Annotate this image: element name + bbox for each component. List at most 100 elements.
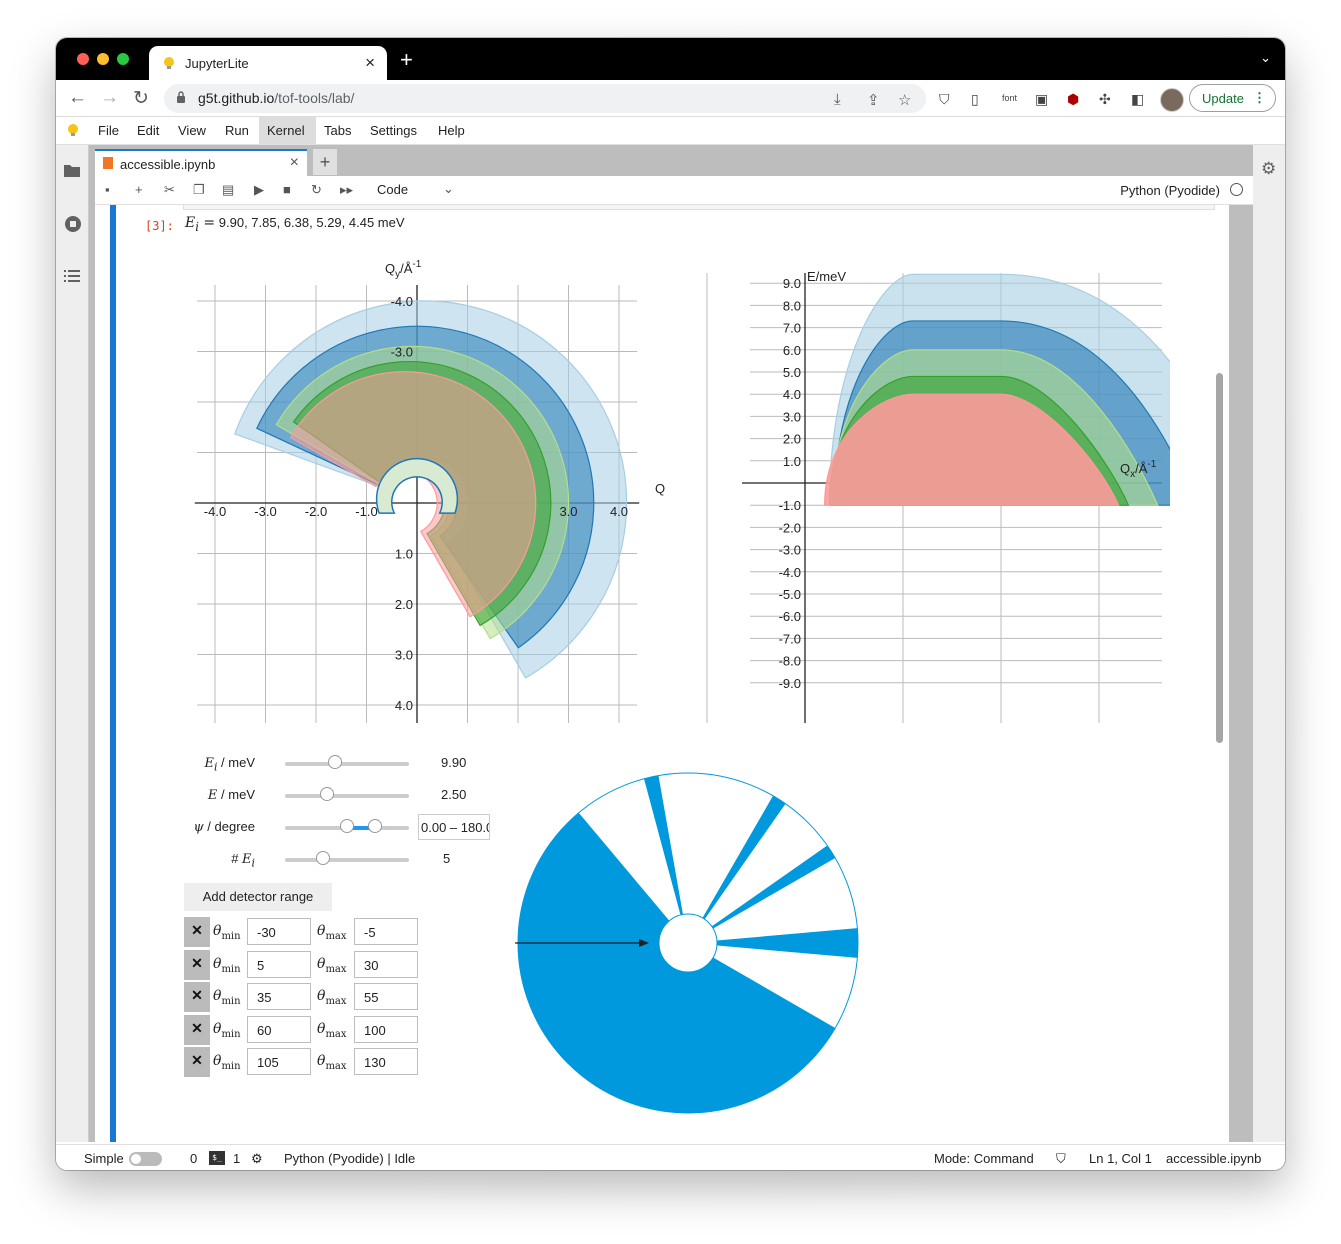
paste-icon[interactable]: ▤ xyxy=(222,182,234,198)
theta-min-input[interactable]: 60 xyxy=(247,1015,311,1043)
copy-icon[interactable]: ❐ xyxy=(193,182,205,198)
bookmark-star-icon[interactable]: ☆ xyxy=(898,91,911,109)
minimize-window-button[interactable] xyxy=(97,53,109,65)
back-arrow-icon[interactable]: ← xyxy=(68,87,87,109)
menu-run[interactable]: Run xyxy=(225,123,249,138)
property-inspector-gears-icon[interactable]: ⚙ xyxy=(1261,159,1276,179)
psi-min-handle[interactable] xyxy=(340,819,354,833)
extension-css-icon[interactable]: ▣ xyxy=(1035,91,1048,108)
extension-document-icon[interactable]: ▯ xyxy=(971,91,979,108)
forward-arrow-icon[interactable]: → xyxy=(100,87,119,109)
shield-icon[interactable]: ⛉ xyxy=(1056,1151,1066,1167)
side-panel-icon[interactable]: ◧ xyxy=(1131,91,1144,108)
previous-cell-input[interactable] xyxy=(183,205,1215,210)
new-launcher-tab-icon[interactable]: + xyxy=(313,149,337,175)
reload-icon[interactable]: ↻ xyxy=(133,87,149,110)
restart-icon[interactable]: ↻ xyxy=(311,182,322,198)
y-tick-label: 2.0 xyxy=(783,432,801,447)
remove-detector-button[interactable]: ✕ xyxy=(184,917,210,947)
y-tick-label: -7.0 xyxy=(779,631,801,646)
menu-view[interactable]: View xyxy=(178,123,206,138)
cursor-position[interactable]: Ln 1, Col 1 xyxy=(1089,1151,1152,1166)
run-icon[interactable]: ▶ xyxy=(254,182,264,198)
notebook-tab-label: accessible.ipynb xyxy=(120,157,216,172)
ei-slider-handle[interactable] xyxy=(327,755,342,769)
add-detector-range-button[interactable]: Add detector range xyxy=(184,883,332,911)
chip-icon[interactable]: ⚙ xyxy=(251,1151,263,1167)
e-slider-row: E / meV 2.50 xyxy=(175,785,475,805)
e-slider-track[interactable] xyxy=(285,794,409,798)
notebook-panel[interactable]: [3]: Ei = 9.90, 7.85, 6.38, 5.29, 4.45 m… xyxy=(95,205,1229,1142)
remove-detector-button[interactable]: ✕ xyxy=(184,982,210,1012)
ei-slider-label: Ei / meV xyxy=(204,755,255,774)
nei-slider-value: 5 xyxy=(443,851,451,866)
simple-mode-toggle[interactable] xyxy=(129,1152,162,1166)
q-space-plot[interactable]: -4.0 -3.0 -2.0 -1.0 3.0 4.0 -4.0 -3.0 1.0 2.0 3.0 4… xyxy=(165,245,665,725)
table-of-contents-icon[interactable] xyxy=(64,269,80,283)
e-slider-handle[interactable] xyxy=(320,787,335,801)
extension-font-icon[interactable]: font xyxy=(1002,93,1017,103)
close-tab-icon[interactable]: × xyxy=(365,53,375,73)
theta-max-input[interactable]: 130 xyxy=(354,1048,418,1075)
install-app-icon[interactable]: ⤓ xyxy=(834,91,841,108)
remove-detector-button[interactable]: ✕ xyxy=(184,1047,210,1077)
ublock-icon[interactable]: ⬢ xyxy=(1067,91,1079,108)
menu-help[interactable]: Help xyxy=(438,123,465,138)
y-tick-label: -9.0 xyxy=(779,676,801,691)
new-tab-icon[interactable]: + xyxy=(400,47,413,73)
menu-file[interactable]: File xyxy=(98,123,119,138)
fast-forward-icon[interactable]: ▸▸ xyxy=(340,182,353,198)
browser-tab-jupyterlite[interactable]: JupyterLite × xyxy=(149,46,387,80)
theta-min-input[interactable]: 5 xyxy=(247,950,311,978)
y-tick-label: 3.0 xyxy=(783,409,801,424)
psi-range-input[interactable]: 0.00 – 180.0 xyxy=(418,814,490,840)
running-kernels-icon[interactable] xyxy=(64,215,82,233)
theta-max-label: θmax xyxy=(317,1053,347,1072)
notebook-scrollbar[interactable] xyxy=(1216,373,1223,743)
kernel-name[interactable]: Python (Pyodide) xyxy=(1120,183,1220,198)
address-bar[interactable]: g5t.github.io/tof-tools/lab/ ⤓ ⇪ ☆ xyxy=(164,84,926,113)
terminal-icon[interactable]: $_ xyxy=(209,1151,225,1165)
cell-type-select[interactable]: Code ⌄ xyxy=(377,181,454,197)
folder-icon[interactable] xyxy=(64,163,80,177)
theta-max-input[interactable]: 100 xyxy=(354,1015,418,1043)
menu-edit[interactable]: Edit xyxy=(137,123,159,138)
profile-avatar[interactable] xyxy=(1160,88,1184,112)
theta-max-label: θmax xyxy=(317,923,347,942)
theta-min-input[interactable]: 35 xyxy=(247,983,311,1010)
theta-min-input[interactable]: 105 xyxy=(247,1048,311,1075)
ei-slider-track[interactable] xyxy=(285,762,409,766)
notebook-tab[interactable]: accessible.ipynb × xyxy=(95,149,307,176)
psi-slider-row: ψ / degree 0.00 – 180.0 xyxy=(175,814,490,840)
wheel-center xyxy=(658,913,718,973)
menu-tabs[interactable]: Tabs xyxy=(324,123,351,138)
y-tick-label: -3.0 xyxy=(391,345,413,360)
energy-plot[interactable]: 9.0 8.0 7.0 6.0 5.0 4.0 3.0 2.0 1.0 -1.0 -2.0 -3.0 -… xyxy=(650,245,1170,725)
psi-max-handle[interactable] xyxy=(367,819,382,833)
chevron-down-icon[interactable]: ⌄ xyxy=(1260,50,1271,66)
theta-max-input[interactable]: 30 xyxy=(354,950,418,978)
close-notebook-tab-icon[interactable]: × xyxy=(290,154,299,172)
nei-slider-track[interactable] xyxy=(285,858,409,862)
close-window-button[interactable] xyxy=(77,53,89,65)
zoom-window-button[interactable] xyxy=(117,53,129,65)
stop-icon[interactable]: ■ xyxy=(283,182,291,197)
kernel-status-text[interactable]: Python (Pyodide) | Idle xyxy=(284,1151,415,1166)
save-icon[interactable]: ▪ xyxy=(105,182,110,197)
y-tick-label: -6.0 xyxy=(779,609,801,624)
remove-detector-button[interactable]: ✕ xyxy=(184,949,210,980)
theta-max-input[interactable]: 55 xyxy=(354,983,418,1010)
detector-coverage-wheel[interactable] xyxy=(515,770,861,1116)
menu-settings[interactable]: Settings xyxy=(370,123,417,138)
menu-kernel[interactable]: Kernel xyxy=(267,123,305,138)
extension-shield-icon[interactable]: ⛉ xyxy=(939,91,950,108)
insert-cell-icon[interactable]: + xyxy=(135,182,143,197)
nei-slider-handle[interactable] xyxy=(315,851,330,865)
update-button[interactable]: Update ⋮ xyxy=(1189,84,1276,112)
remove-detector-button[interactable]: ✕ xyxy=(184,1014,210,1045)
theta-max-input[interactable]: -5 xyxy=(354,918,418,945)
theta-min-input[interactable]: -30 xyxy=(247,918,311,945)
extensions-puzzle-icon[interactable]: ✣ xyxy=(1099,91,1111,108)
share-icon[interactable]: ⇪ xyxy=(867,91,880,109)
cut-icon[interactable]: ✂ xyxy=(164,182,175,198)
